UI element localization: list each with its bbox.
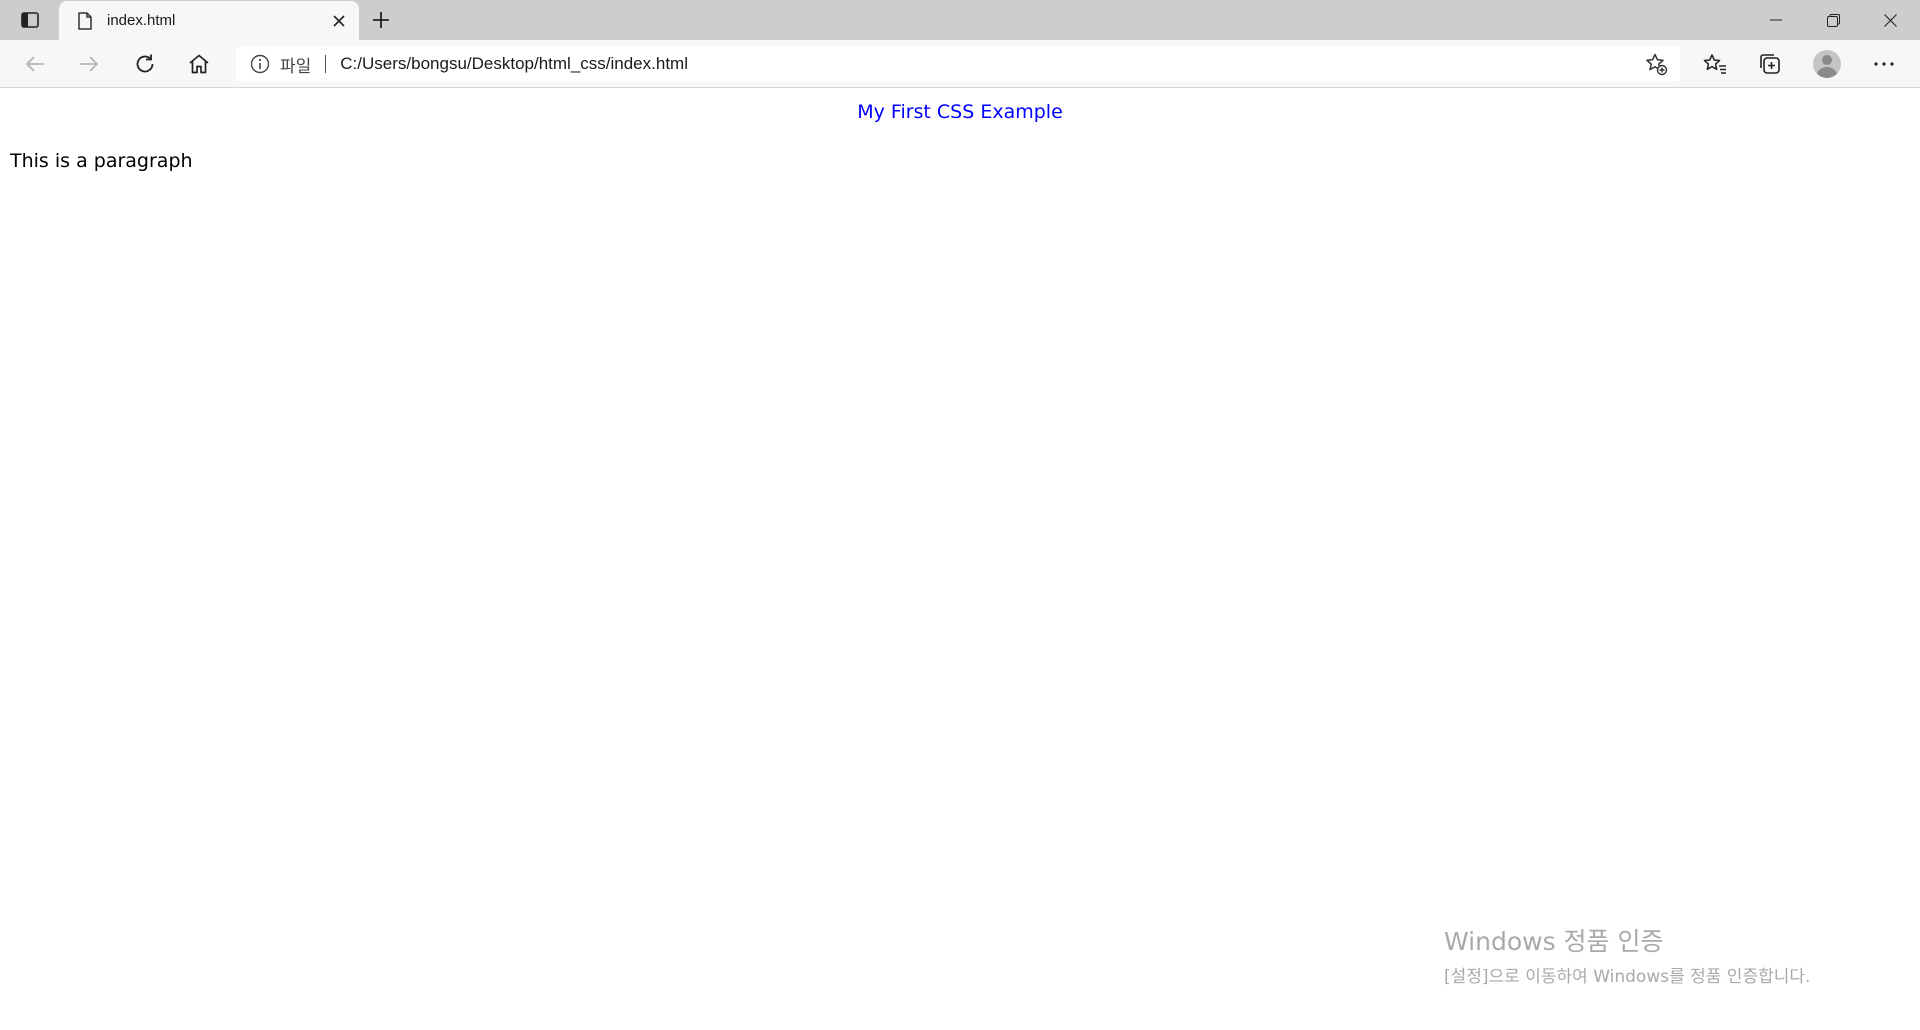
minimize-button[interactable] — [1748, 0, 1804, 40]
minimize-icon — [1770, 19, 1782, 21]
close-icon — [1883, 13, 1897, 27]
watermark-title: Windows 정품 인증 — [1444, 927, 1664, 956]
forward-button[interactable] — [70, 46, 108, 82]
browser-toolbar: 파일 C:/Users/bongsu/Desktop/html_css/inde… — [0, 40, 1920, 88]
tab-strip: index.html — [0, 0, 1920, 40]
tab-actions-button[interactable] — [10, 4, 50, 36]
window-close-button[interactable] — [1862, 0, 1918, 40]
tab-active[interactable]: index.html — [59, 1, 359, 40]
more-icon — [1874, 62, 1894, 66]
refresh-icon — [136, 54, 154, 73]
watermark-subtitle: [설정]으로 이동하여 Windows를 정품 인증합니다. — [1444, 967, 1811, 987]
back-button[interactable] — [16, 46, 54, 82]
tab-close-button[interactable] — [327, 9, 351, 33]
address-bar[interactable]: 파일 C:/Users/bongsu/Desktop/html_css/inde… — [236, 46, 1680, 82]
settings-menu-button[interactable] — [1865, 46, 1903, 82]
tab-title: index.html — [107, 12, 176, 29]
restore-button[interactable] — [1805, 0, 1861, 40]
favorites-icon — [1703, 54, 1726, 74]
page-content: My First CSS Example This is a paragraph — [0, 89, 1920, 1030]
collections-button[interactable] — [1751, 46, 1789, 82]
windows-activation-watermark: Windows 정품 인증 [설정]으로 이동하여 Windows를 정품 인증… — [1444, 922, 1810, 987]
page-paragraph: This is a paragraph — [10, 150, 193, 172]
tab-actions-icon — [21, 12, 39, 28]
home-button[interactable] — [180, 46, 218, 82]
site-info-button[interactable]: 파일 — [250, 46, 311, 82]
new-tab-button[interactable] — [366, 5, 396, 35]
restore-icon — [1826, 13, 1840, 27]
plus-icon — [373, 12, 389, 28]
info-icon — [250, 54, 270, 74]
profile-button[interactable] — [1808, 46, 1846, 82]
refresh-button[interactable] — [126, 46, 164, 82]
close-icon — [333, 15, 345, 27]
site-info-label: 파일 — [280, 56, 312, 77]
arrow-left-icon — [26, 56, 44, 72]
collections-icon — [1760, 54, 1780, 74]
page-heading: My First CSS Example — [857, 101, 1063, 123]
star-add-icon — [1646, 53, 1668, 76]
favorites-button[interactable] — [1696, 46, 1734, 82]
home-icon — [189, 54, 209, 74]
address-separator — [325, 55, 327, 73]
file-icon — [73, 9, 97, 33]
arrow-right-icon — [80, 56, 98, 72]
url-text[interactable]: C:/Users/bongsu/Desktop/html_css/index.h… — [340, 54, 688, 74]
avatar — [1813, 50, 1841, 78]
add-favorite-button[interactable] — [1642, 50, 1670, 78]
